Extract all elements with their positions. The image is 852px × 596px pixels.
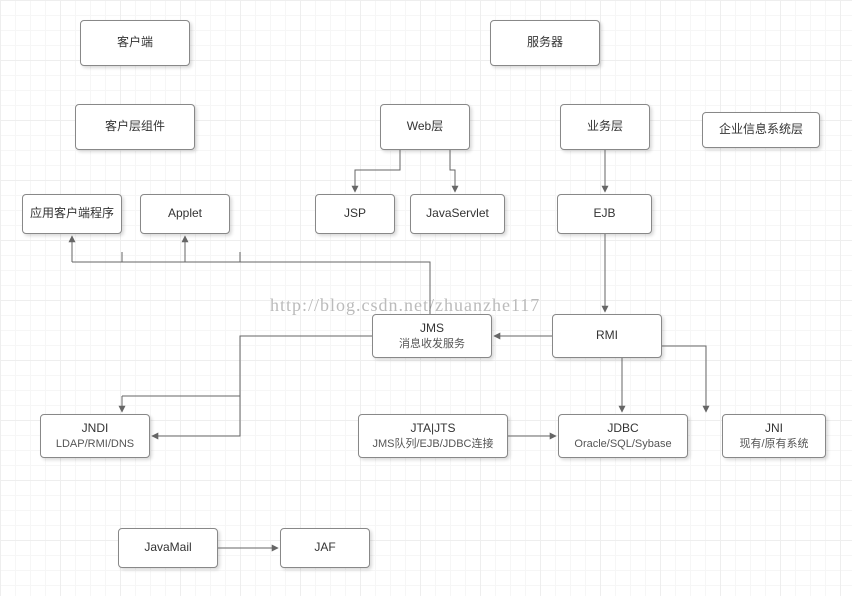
node-jaf: JAF xyxy=(280,528,370,568)
node-servlet: JavaServlet xyxy=(410,194,505,234)
node-web-layer: Web层 xyxy=(380,104,470,150)
node-server: 服务器 xyxy=(490,20,600,66)
node-javamail: JavaMail xyxy=(118,528,218,568)
node-rmi: RMI xyxy=(552,314,662,358)
diagram-canvas: http://blog.csdn.net/zhuanzhe117 客户端 服务器… xyxy=(0,0,852,596)
node-eis-layer: 企业信息系统层 xyxy=(702,112,820,148)
edge-jms-jndi-branch xyxy=(122,336,372,396)
node-jms: JMS 消息收发服务 xyxy=(372,314,492,358)
watermark: http://blog.csdn.net/zhuanzhe117 xyxy=(270,295,540,316)
node-app-client: 应用客户端程序 xyxy=(22,194,122,234)
edge-weblayer-jsp xyxy=(355,150,400,192)
edge-into-jndi-side xyxy=(152,396,240,436)
node-jni: JNI 现有/原有系统 xyxy=(722,414,826,458)
node-applet: Applet xyxy=(140,194,230,234)
edge-weblayer-servlet xyxy=(450,150,455,192)
node-client: 客户端 xyxy=(80,20,190,66)
node-jtajts: JTA|JTS JMS队列/EJB/JDBC连接 xyxy=(358,414,508,458)
node-jndi: JNDI LDAP/RMI/DNS xyxy=(40,414,150,458)
node-jsp: JSP xyxy=(315,194,395,234)
node-client-layer: 客户层组件 xyxy=(75,104,195,150)
node-jdbc: JDBC Oracle/SQL/Sybase xyxy=(558,414,688,458)
node-biz-layer: 业务层 xyxy=(560,104,650,150)
edge-rmi-jni xyxy=(662,346,706,412)
node-ejb: EJB xyxy=(557,194,652,234)
